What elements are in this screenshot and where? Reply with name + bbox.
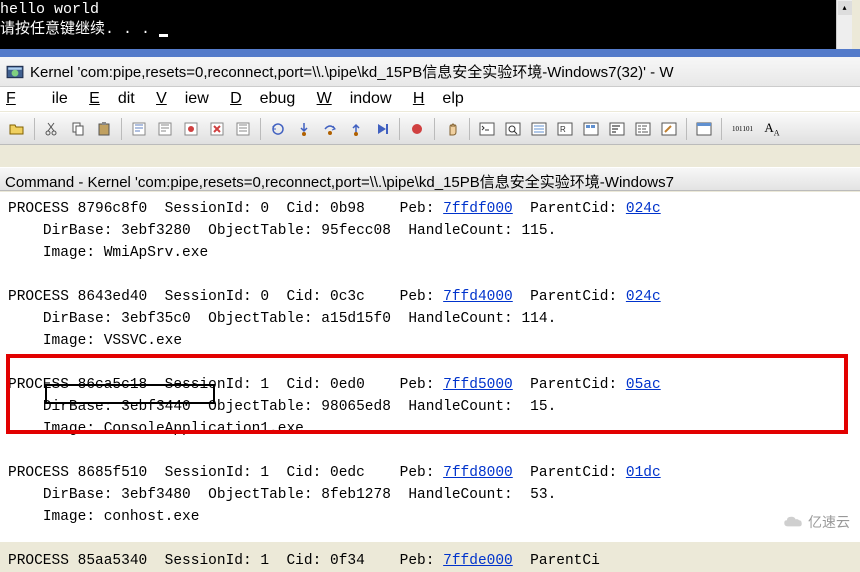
options-icon[interactable]: AA — [761, 118, 783, 140]
locals-window-icon[interactable] — [528, 118, 550, 140]
peb-link[interactable]: 7ffd5000 — [443, 377, 513, 393]
process-entry: PROCESS 85aa5340 SessionId: 1 Cid: 0f34 … — [8, 553, 600, 569]
watermark: 亿速云 — [782, 512, 850, 532]
toolbar-separator — [721, 118, 722, 140]
step-out-icon[interactable] — [345, 118, 367, 140]
cloud-icon — [782, 515, 804, 529]
toolbar-separator — [469, 118, 470, 140]
toolbar: R 101101 AA — [0, 112, 860, 145]
toolbar-separator — [260, 118, 261, 140]
command-window-titlebar[interactable]: Command - Kernel 'com:pipe,resets=0,reco… — [0, 167, 860, 191]
callstack-window-icon[interactable] — [606, 118, 628, 140]
menu-bar: File Edit View Debug Window Help — [0, 87, 860, 111]
toolbar-separator — [34, 118, 35, 140]
parentcid-link[interactable]: 024c — [626, 289, 661, 305]
watch-window-icon[interactable] — [502, 118, 524, 140]
toolbar-separator — [686, 118, 687, 140]
svg-text:R: R — [560, 125, 566, 134]
console-line: hello world — [0, 0, 168, 20]
process-entry: PROCESS 86ca5c18 SessionId: 1 Cid: 0ed0 … — [8, 377, 661, 437]
menu-file[interactable]: File — [6, 90, 68, 107]
step-over-icon[interactable] — [319, 118, 341, 140]
disasm-window-icon[interactable] — [632, 118, 654, 140]
paste-icon[interactable] — [93, 118, 115, 140]
hand-icon[interactable] — [441, 118, 463, 140]
run-to-cursor-icon[interactable] — [371, 118, 393, 140]
break-icon[interactable] — [154, 118, 176, 140]
process-entry: PROCESS 8685f510 SessionId: 1 Cid: 0edc … — [8, 465, 661, 525]
window-titlebar[interactable]: Kernel 'com:pipe,resets=0,reconnect,port… — [0, 57, 860, 87]
font-icon[interactable]: 101101 — [728, 118, 757, 140]
breakpoint-icon[interactable] — [406, 118, 428, 140]
menu-edit[interactable]: Edit — [89, 90, 135, 107]
process-entry: PROCESS 8796c8f0 SessionId: 0 Cid: 0b98 … — [8, 201, 661, 261]
cursor-icon — [159, 34, 168, 37]
menu-view[interactable]: View — [156, 90, 209, 107]
run-icon[interactable] — [267, 118, 289, 140]
scratch-window-icon[interactable] — [658, 118, 680, 140]
parentcid-link[interactable]: 024c — [626, 201, 661, 217]
parentcid-link[interactable]: 05ac — [626, 377, 661, 393]
step-into-icon[interactable] — [293, 118, 315, 140]
parentcid-link[interactable]: 01dc — [626, 465, 661, 481]
process-entry: PROCESS 8643ed40 SessionId: 0 Cid: 0c3c … — [8, 289, 661, 349]
window-title: Kernel 'com:pipe,resets=0,reconnect,port… — [30, 61, 673, 82]
toolbar-separator — [121, 118, 122, 140]
watermark-text: 亿速云 — [808, 512, 850, 532]
peb-link[interactable]: 7ffde000 — [443, 553, 513, 569]
doc-icon[interactable] — [232, 118, 254, 140]
toolbar-separator — [399, 118, 400, 140]
command-window-title: Command - Kernel 'com:pipe,resets=0,reco… — [5, 174, 674, 191]
copy-icon[interactable] — [67, 118, 89, 140]
go-icon[interactable] — [128, 118, 150, 140]
memory-window-icon[interactable] — [580, 118, 602, 140]
stop-icon[interactable] — [206, 118, 228, 140]
console-scrollbar[interactable]: ▴ — [836, 0, 852, 49]
menu-debug[interactable]: Debug — [230, 90, 295, 107]
restart-icon[interactable] — [180, 118, 202, 140]
scroll-up-icon[interactable]: ▴ — [838, 1, 852, 15]
toolbar-separator — [434, 118, 435, 140]
windbg-icon — [6, 63, 24, 81]
menu-window[interactable]: Window — [317, 90, 392, 107]
menu-help[interactable]: Help — [413, 90, 464, 107]
open-icon[interactable] — [6, 118, 28, 140]
peb-link[interactable]: 7ffdf000 — [443, 201, 513, 217]
cmd-window-icon[interactable] — [476, 118, 498, 140]
source-window-icon[interactable] — [693, 118, 715, 140]
console-output: hello world 请按任意键继续. . . — [0, 0, 168, 40]
desktop-background — [0, 49, 860, 57]
cut-icon[interactable] — [41, 118, 63, 140]
command-output[interactable]: PROCESS 8796c8f0 SessionId: 0 Cid: 0b98 … — [0, 192, 860, 542]
peb-link[interactable]: 7ffd8000 — [443, 465, 513, 481]
console-line: 请按任意键继续. . . — [0, 20, 168, 40]
registers-window-icon[interactable]: R — [554, 118, 576, 140]
peb-link[interactable]: 7ffd4000 — [443, 289, 513, 305]
